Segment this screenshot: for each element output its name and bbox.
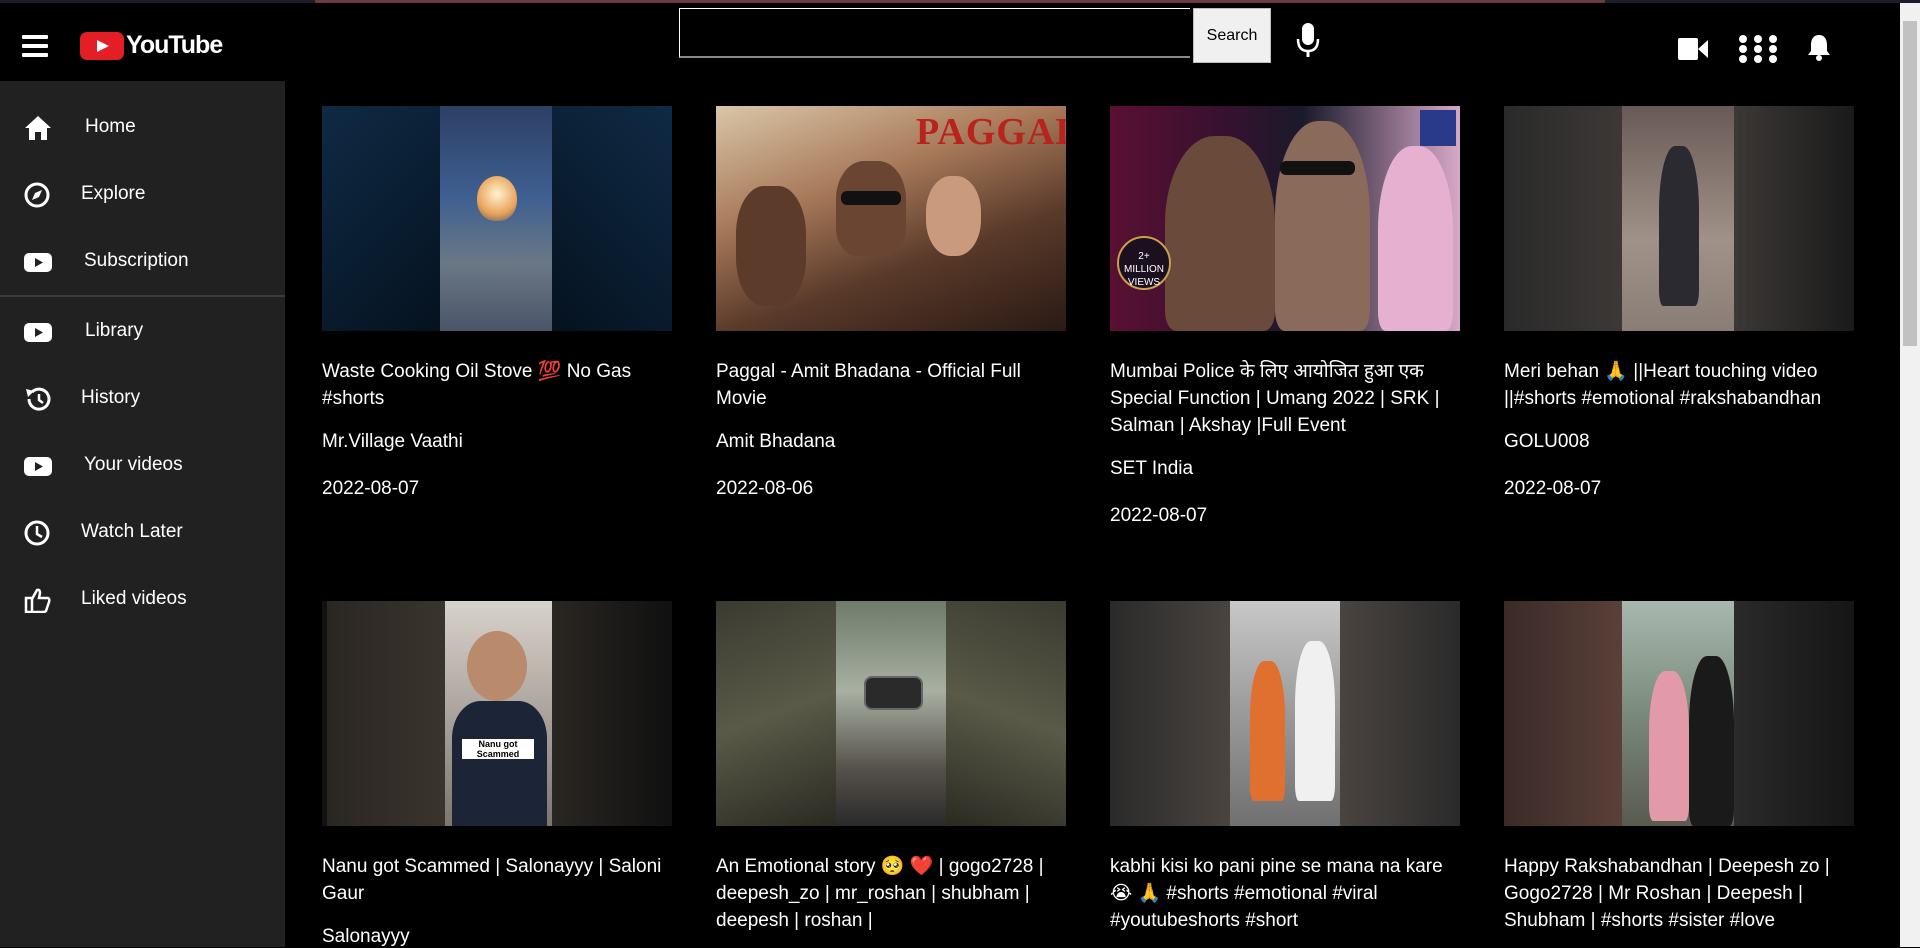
youtube-logo[interactable]: YouTube [80,31,223,60]
video-thumbnail[interactable]: Nanu got Scammed [322,601,672,826]
video-title[interactable]: Nanu got Scammed | Salonayyy | Saloni Ga… [322,853,674,907]
channel-name[interactable]: Mr.Village Vaathi [322,431,463,453]
sidebar-item-label: Explore [81,183,146,204]
clock-icon [24,520,50,546]
apps-grid-icon[interactable] [1738,35,1778,63]
page-scrollbar[interactable] [1900,3,1920,947]
upload-date: 2022-08-07 [322,478,420,499]
search-input[interactable] [679,8,1190,58]
notification-bell-icon[interactable] [1807,33,1831,61]
microphone-icon[interactable] [1296,23,1320,59]
sidebar-item-label: Home [85,116,136,137]
sidebar-item-subscription[interactable]: Subscription [0,236,285,286]
play-icon [24,457,52,476]
video-title[interactable]: Waste Cooking Oil Stove 💯 No Gas #shorts [322,358,674,412]
video-thumbnail[interactable] [1110,601,1460,826]
sidebar-item-library[interactable]: Library [0,306,285,356]
sidebar-item-label: Liked videos [81,588,187,609]
sidebar-item-explore[interactable]: Explore [0,169,285,219]
channel-name[interactable]: Amit Bhadana [716,431,835,453]
sidebar-item-label: Your videos [84,454,183,475]
youtube-play-logo-icon [80,31,124,60]
sidebar-item-watch-later[interactable]: Watch Later [0,507,285,557]
upload-date: 2022-08-07 [1110,505,1208,526]
play-icon [24,253,52,272]
video-title[interactable]: Happy Rakshabandhan | Deepesh zo | Gogo2… [1504,853,1856,934]
thumbs-up-icon [24,588,51,613]
video-thumbnail[interactable] [1504,601,1854,826]
video-thumbnail[interactable]: PAGGAL [716,106,1066,331]
history-icon [26,387,51,411]
views-badge: 2+ MILLION VIEWS [1117,236,1171,290]
sidebar-item-liked-videos[interactable]: Liked videos [0,574,285,624]
sidebar-item-label: Watch Later [81,521,183,542]
scrollbar-thumb[interactable] [1903,21,1917,346]
video-title[interactable]: kabhi kisi ko pani pine se mana na kare … [1110,853,1462,934]
sidebar-item-history[interactable]: History [0,373,285,423]
channel-name[interactable]: Salonayyy [322,926,410,948]
video-title[interactable]: An Emotional story 🥺 ❤️ | gogo2728 | dee… [716,853,1068,934]
top-header: YouTube Search [0,3,1900,81]
sidebar-item-label: History [81,387,141,408]
menu-icon[interactable] [22,35,48,57]
compass-icon [24,182,50,208]
video-camera-icon[interactable] [1678,38,1708,60]
video-title[interactable]: Paggal - Amit Bhadana - Official Full Mo… [716,358,1068,412]
play-icon [24,323,52,342]
video-thumbnail[interactable] [716,601,1066,826]
home-icon [25,116,51,140]
upload-date: 2022-08-07 [1504,478,1602,499]
video-thumbnail[interactable]: 2+ MILLION VIEWS [1110,106,1460,331]
sidebar-divider [0,295,285,297]
sidebar: Home Explore Subscription Library Histor… [0,81,285,947]
upload-date: 2022-08-06 [716,478,814,499]
sidebar-item-your-videos[interactable]: Your videos [0,440,285,490]
channel-name[interactable]: GOLU008 [1504,431,1590,453]
search-button[interactable]: Search [1193,8,1271,63]
channel-name[interactable]: SET India [1110,458,1193,480]
logo-text: YouTube [126,31,223,59]
video-thumbnail[interactable] [1504,106,1854,331]
thumbnail-title-text: PAGGAL [916,111,1066,153]
video-thumbnail[interactable] [322,106,672,331]
sidebar-item-label: Library [85,320,144,341]
sidebar-item-label: Subscription [84,250,189,271]
video-title[interactable]: Meri behan 🙏 ||Heart touching video ||#s… [1504,358,1856,412]
video-title[interactable]: Mumbai Police के लिए आयोजित हुआ एक Speci… [1110,358,1462,439]
thumbnail-caption: Nanu got Scammed [462,739,534,759]
sidebar-item-home[interactable]: Home [0,102,285,152]
